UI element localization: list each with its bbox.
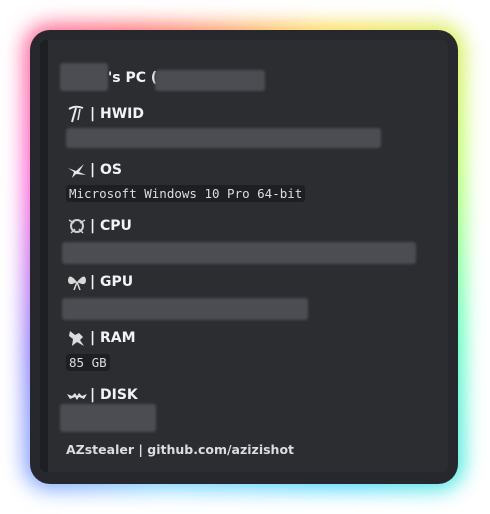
field-hwid-title: | HWID	[66, 104, 144, 124]
field-cpu-title: | CPU	[66, 216, 132, 236]
creature-icon	[68, 219, 86, 234]
beast-icon	[69, 331, 84, 346]
field-disk-label: | DISK	[90, 387, 138, 403]
field-os-title: | OS	[66, 160, 122, 180]
butterfly-icon	[68, 276, 86, 291]
field-ram-value: 85 GB	[66, 354, 110, 371]
bat-icon	[67, 393, 87, 400]
field-ram-title: | RAM	[66, 328, 136, 348]
redacted-pc-name	[155, 70, 265, 91]
field-hwid-label: | HWID	[90, 106, 144, 122]
redacted-hwid-value	[66, 128, 381, 148]
field-cpu-label: | CPU	[90, 218, 132, 234]
bird-icon	[68, 164, 86, 178]
field-os-value: Microsoft Windows 10 Pro 64-bit	[66, 185, 306, 202]
redacted-gpu-value	[62, 298, 308, 320]
embed-accent-bar	[40, 40, 48, 472]
redacted-cpu-value	[62, 242, 416, 264]
field-gpu-title: | GPU	[66, 272, 133, 292]
field-disk-title: | DISK	[66, 385, 138, 405]
pickaxe-icon	[68, 105, 84, 123]
embed-title: 's PC (	[108, 70, 157, 86]
embed-title-text: 's PC (	[108, 70, 158, 86]
field-gpu-label: | GPU	[90, 274, 134, 290]
field-os-label: | OS	[90, 162, 122, 178]
redacted-username	[60, 63, 108, 91]
embed-footer: AZstealer | github.com/azizishot	[66, 442, 295, 457]
redacted-disk-value	[60, 404, 156, 432]
field-ram-label: | RAM	[90, 330, 136, 346]
